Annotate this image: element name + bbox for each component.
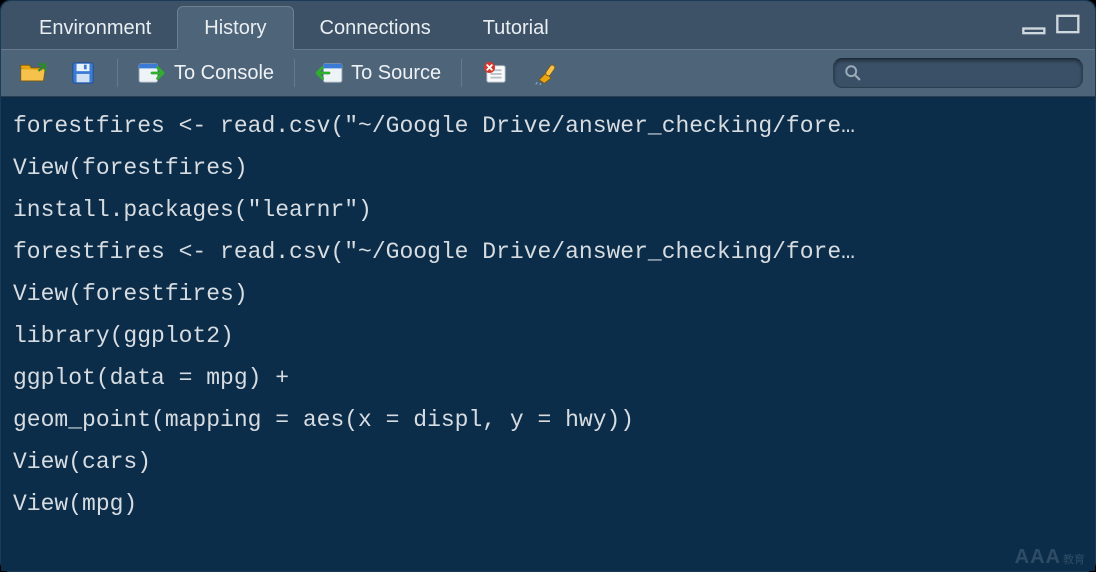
tab-tutorial[interactable]: Tutorial (457, 7, 575, 50)
load-history-button[interactable] (13, 57, 53, 89)
clear-history-button[interactable] (526, 57, 566, 89)
save-history-button[interactable] (63, 57, 103, 89)
to-console-label: To Console (174, 62, 274, 85)
remove-entries-button[interactable] (476, 57, 516, 89)
maximize-pane-icon[interactable] (1055, 12, 1083, 41)
tab-history[interactable]: History (177, 6, 293, 50)
history-line[interactable]: View(forestfires) (13, 147, 1083, 189)
minimize-pane-icon[interactable] (1021, 17, 1049, 37)
tab-environment[interactable]: Environment (13, 7, 177, 50)
history-line[interactable]: View(forestfires) (13, 273, 1083, 315)
history-line[interactable]: geom_point(mapping = aes(x = displ, y = … (13, 399, 1083, 441)
history-panel: Environment History Connections Tutorial (0, 0, 1096, 572)
separator (461, 59, 462, 87)
separator (294, 59, 295, 87)
history-line[interactable]: ggplot(data = mpg) + (13, 357, 1083, 399)
separator (117, 59, 118, 87)
to-console-button[interactable]: To Console (132, 57, 280, 89)
search-icon (844, 64, 862, 82)
history-line[interactable]: View(mpg) (13, 483, 1083, 525)
history-line[interactable]: install.packages("learnr") (13, 189, 1083, 231)
tab-bar: Environment History Connections Tutorial (1, 1, 1095, 49)
history-line[interactable]: forestfires <- read.csv("~/Google Drive/… (13, 105, 1083, 147)
history-line[interactable]: View(cars) (13, 441, 1083, 483)
tab-connections[interactable]: Connections (294, 7, 457, 50)
history-line[interactable]: library(ggplot2) (13, 315, 1083, 357)
search-input[interactable] (833, 58, 1083, 88)
history-content[interactable]: forestfires <- read.csv("~/Google Drive/… (1, 97, 1095, 571)
to-source-label: To Source (351, 62, 441, 85)
toolbar: To Console To Source (1, 49, 1095, 97)
watermark: AAA教育 (1015, 546, 1085, 569)
history-line[interactable]: forestfires <- read.csv("~/Google Drive/… (13, 231, 1083, 273)
to-source-button[interactable]: To Source (309, 57, 447, 89)
